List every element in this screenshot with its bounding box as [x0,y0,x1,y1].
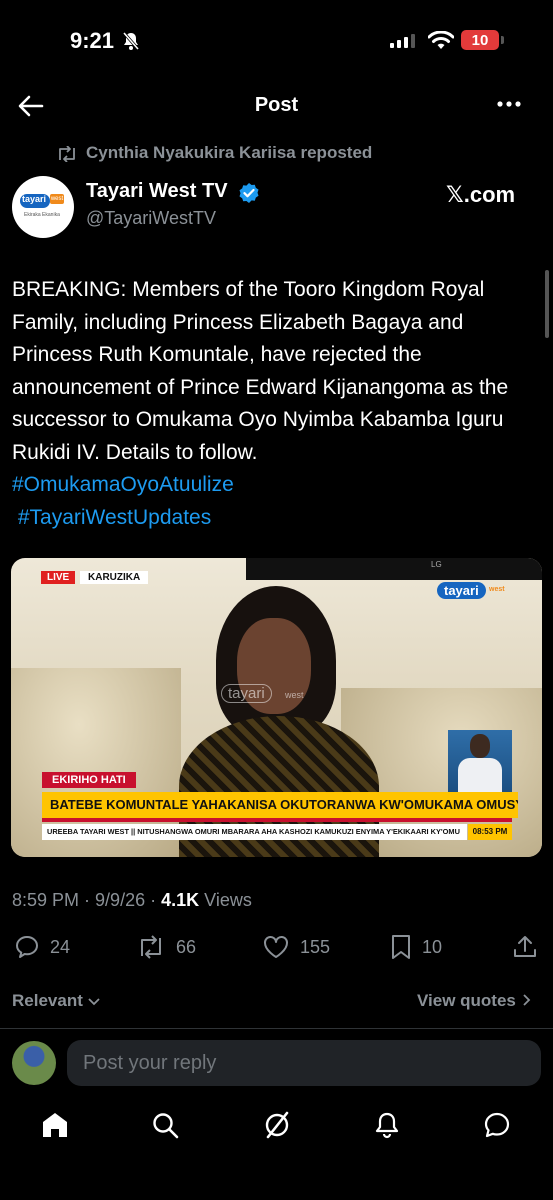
live-badge: LIVE [41,571,76,584]
news-ticker: UREEBA TAYARI WEST || NITUSHANGWA OMURI … [42,824,467,840]
sort-dropdown[interactable]: Relevant [12,991,100,1011]
home-icon[interactable] [40,1110,70,1140]
repost-button[interactable]: 66 [136,932,196,962]
author-name[interactable]: Tayari West TV [86,180,228,203]
avatar-logo-text: tayari [22,194,47,204]
avatar-logo-sub: Ekiraka Ekanika [24,212,60,218]
repost-icon [141,935,161,959]
repost-label[interactable]: Cynthia Nyakukira Kariisa reposted [86,143,372,163]
battery-level: 10 [471,31,489,49]
chevron-down-icon [87,998,100,1006]
post-image[interactable]: LG LIVE KARUZIKA tayari west tayari west… [11,558,542,857]
share-icon [514,936,536,957]
channel-logo: tayari [437,582,486,599]
like-count: 155 [300,936,331,957]
signer-head [470,734,490,758]
bookmark-count: 10 [422,936,443,957]
watermark-west: west [285,690,304,700]
reply-placeholder[interactable]: Post your reply [83,1052,216,1075]
reply-icon [16,936,38,958]
news-headline: BATEBE KOMUNTALE YAHAKANISA OKUTORANWA K… [42,792,518,818]
reply-count: 24 [50,936,71,957]
battery-tip [501,36,504,44]
status-time: 9:21 [70,28,115,53]
post-meta: 8:59 PM · 9/9/26 · 4.1K Views [12,890,252,910]
post-date: 9/9/26 [95,890,146,910]
repost-count: 66 [176,936,197,957]
bell-slash-icon [122,32,140,50]
background-tv [246,558,542,580]
segment-label: EKIRIHO HATI [42,772,136,788]
views-label[interactable]: Views [204,890,252,910]
repost-icon [59,146,75,162]
user-avatar[interactable] [12,1041,56,1085]
headline-bar [42,818,512,822]
author-handle[interactable]: @TayariWestTV [86,208,216,229]
signer-body [458,758,502,792]
divider [0,1028,553,1029]
post-text: BREAKING: Members of the Tooro Kingdom R… [12,274,542,534]
more-icon[interactable] [496,100,522,108]
bookmark-icon [392,935,410,959]
battery-indicator: 10 [461,30,499,50]
page-title: Post [254,94,299,116]
verified-icon [239,183,259,203]
scrollbar[interactable] [545,270,549,338]
like-button[interactable]: 155 [262,932,330,962]
like-icon [264,936,288,958]
grok-icon[interactable] [262,1110,292,1140]
notifications-icon[interactable] [372,1110,402,1140]
sort-label: Relevant [12,991,83,1010]
view-quotes-link[interactable]: View quotes [417,991,533,1011]
view-quotes-label: View quotes [417,991,516,1010]
hashtag-link[interactable]: #OmukamaOyoAtuulize [12,469,542,502]
messages-icon[interactable] [482,1110,512,1140]
post-time: 8:59 PM [12,890,80,910]
search-icon[interactable] [150,1110,180,1140]
location-label: KARUZIKA [80,571,149,584]
reply-button[interactable]: 24 [14,932,70,962]
share-button[interactable] [512,932,538,962]
author-avatar[interactable]: tayari west Ekiraka Ekanika [12,176,74,238]
signal-icon [390,34,415,48]
ticker-time: 08:53 PM [468,824,512,840]
wifi-icon [428,31,454,49]
source-label: 𝕏.com [446,182,516,207]
chevron-right-icon [522,994,530,1006]
hashtag-link[interactable]: #TayariWestUpdates [12,502,542,535]
tv-brand: LG [431,560,442,569]
bookmark-button[interactable]: 10 [390,932,442,962]
channel-logo-west: west [489,586,505,593]
views-count[interactable]: 4.1K [161,890,199,910]
watermark: tayari [221,684,272,703]
avatar-logo-west: west [50,194,64,204]
post-body-text: BREAKING: Members of the Tooro Kingdom R… [12,278,509,464]
